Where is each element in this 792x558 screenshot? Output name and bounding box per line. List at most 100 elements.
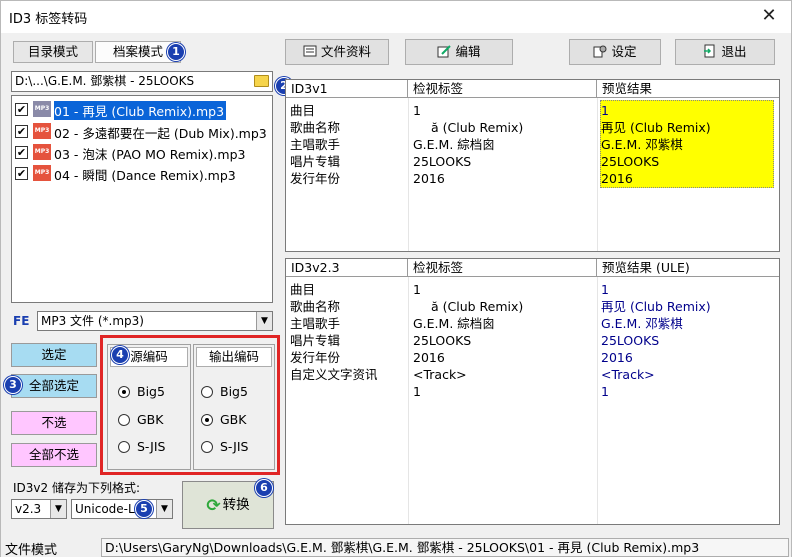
app-window: ID3 标签转码 ✕ 目录模式 档案模式 1 文件资料 编辑 设定 退出 D:\… xyxy=(0,0,792,558)
tab-directory-mode[interactable]: 目录模式 xyxy=(13,41,93,63)
divider xyxy=(408,98,409,251)
column-header: 预览结果 xyxy=(602,81,653,96)
badge-3: 3 xyxy=(4,376,22,394)
field-label: 主唱歌手 xyxy=(290,316,341,331)
radio-dot[interactable] xyxy=(201,441,213,453)
settings-button[interactable]: 设定 xyxy=(569,39,661,65)
column-header: ID3v2.3 xyxy=(286,259,408,277)
column-header: 检视标签 xyxy=(408,80,597,98)
field-value[interactable]: 2016 xyxy=(413,349,445,366)
field-label: 曲目 xyxy=(290,103,316,118)
select-all-button[interactable]: 全部选定 xyxy=(11,374,97,398)
file-info-button[interactable]: 文件资料 xyxy=(285,39,389,65)
select-button[interactable]: 选定 xyxy=(11,343,97,367)
field-value[interactable]: 25LOOKS xyxy=(413,153,471,170)
field-label: 歌曲名称 xyxy=(290,299,341,314)
radio-dot[interactable] xyxy=(201,386,213,398)
radio-dot[interactable] xyxy=(118,386,130,398)
preview-value: 25LOOKS xyxy=(601,154,660,169)
field-value[interactable]: 1 xyxy=(413,383,421,400)
preview-value: 1 xyxy=(601,384,609,399)
file-item-1[interactable]: ✔ MP3 01 - 再見 (Club Remix).mp3 xyxy=(14,100,272,120)
edit-label: 编辑 xyxy=(455,44,481,59)
file-name: 01 - 再見 (Club Remix).mp3 xyxy=(54,101,227,120)
file-list[interactable]: ✔ MP3 01 - 再見 (Club Remix).mp3 ✔ MP3 02 … xyxy=(11,95,273,303)
column-header: 预览结果 (ULE) xyxy=(602,260,690,275)
field-label: 发行年份 xyxy=(290,171,341,186)
file-item-2[interactable]: ✔ MP3 02 - 多遠都要在一起 (Dub Mix).mp3 xyxy=(14,122,272,141)
file-type-value: MP3 文件 (*.mp3) xyxy=(41,314,144,328)
status-file-path: D:\Users\GaryNg\Downloads\G.E.M. 鄧紫棋\G.E… xyxy=(101,538,789,557)
fe-label: FE xyxy=(13,314,30,328)
preview-value: 2016 xyxy=(601,171,633,186)
badge-6: 6 xyxy=(255,479,273,497)
field-value[interactable]: <Track> xyxy=(413,366,467,383)
edit-button[interactable]: 编辑 xyxy=(405,39,513,65)
badge-4: 4 xyxy=(111,346,129,364)
file-item-3[interactable]: ✔ MP3 03 - 泡沫 (PAO MO Remix).mp3 xyxy=(14,143,272,162)
checkbox[interactable]: ✔ xyxy=(15,146,28,159)
title-bar: ID3 标签转码 ✕ xyxy=(1,1,791,33)
column-header: ID3v1 xyxy=(286,80,408,98)
field-label: 曲目 xyxy=(290,282,316,297)
id3v1-header-row: ID3v1 检视标签 预览结果 xyxy=(286,80,779,98)
field-value[interactable]: 25LOOKS xyxy=(413,332,471,349)
radio-dot[interactable] xyxy=(201,414,213,426)
field-label: 唱片专辑 xyxy=(290,333,341,348)
chevron-down-icon[interactable]: ▼ xyxy=(156,500,172,518)
deselect-all-button[interactable]: 全部不选 xyxy=(11,443,97,467)
field-label: 唱片专辑 xyxy=(290,154,341,169)
divider xyxy=(597,277,598,524)
preview-value: 再见 (Club Remix) xyxy=(601,299,711,314)
id3v2-table: ID3v2.3 检视标签 预览结果 (ULE) 曲目 1 1 歌曲名称 ă (C… xyxy=(285,258,780,525)
field-label: 自定义文字资讯 xyxy=(290,367,378,382)
format-value: Unicode-L xyxy=(75,502,135,516)
field-value[interactable]: 1 xyxy=(413,281,421,298)
folder-icon[interactable] xyxy=(254,75,269,87)
exit-label: 退出 xyxy=(721,44,747,59)
checkbox[interactable]: ✔ xyxy=(15,103,28,116)
mp3-file-icon: MP3 xyxy=(33,123,51,139)
field-value[interactable]: 1 xyxy=(413,102,421,119)
id3v2-encoding-select[interactable]: Unicode-L ▼ xyxy=(71,499,173,519)
exit-icon xyxy=(704,44,715,58)
chevron-down-icon[interactable]: ▼ xyxy=(50,500,66,518)
file-info-icon xyxy=(303,45,317,57)
field-value[interactable]: ă (Club Remix) xyxy=(431,119,523,136)
file-info-label: 文件资料 xyxy=(320,44,371,59)
chevron-down-icon[interactable]: ▼ xyxy=(256,312,272,330)
badge-5: 5 xyxy=(135,500,153,518)
preview-value: G.E.M. 邓紫棋 xyxy=(601,316,683,331)
mp3-file-icon: MP3 xyxy=(33,101,51,117)
id3v2-version-select[interactable]: v2.3 ▼ xyxy=(11,499,67,519)
field-value[interactable]: 2016 xyxy=(413,170,445,187)
column-header: 检视标签 xyxy=(408,259,597,277)
edit-icon xyxy=(437,45,452,58)
id3v2-header-row: ID3v2.3 检视标签 预览结果 (ULE) xyxy=(286,259,779,277)
checkbox[interactable]: ✔ xyxy=(15,125,28,138)
preview-value: 再见 (Club Remix) xyxy=(601,120,711,135)
field-value[interactable]: ă (Club Remix) xyxy=(431,298,523,315)
settings-icon xyxy=(593,45,607,58)
preview-value: 1 xyxy=(601,282,609,297)
radio-dot[interactable] xyxy=(118,414,130,426)
divider xyxy=(408,277,409,524)
deselect-button[interactable]: 不选 xyxy=(11,411,97,435)
badge-1: 1 xyxy=(167,43,185,61)
preview-value: <Track> xyxy=(601,367,655,382)
radio-dot[interactable] xyxy=(118,441,130,453)
close-icon[interactable]: ✕ xyxy=(747,1,791,31)
preview-value: 1 xyxy=(601,103,609,118)
preview-value: 2016 xyxy=(601,350,633,365)
store-format-label: ID3v2 储存为下列格式: xyxy=(13,481,141,495)
preview-value: G.E.M. 邓紫棋 xyxy=(601,137,683,152)
field-value[interactable]: G.E.M. 綜档囪 xyxy=(413,315,495,332)
file-type-select[interactable]: MP3 文件 (*.mp3) ▼ xyxy=(37,311,273,331)
exit-button[interactable]: 退出 xyxy=(675,39,775,65)
file-item-4[interactable]: ✔ MP3 04 - 瞬間 (Dance Remix).mp3 xyxy=(14,164,272,183)
checkbox[interactable]: ✔ xyxy=(15,167,28,180)
folder-path-field[interactable]: D:\...\G.E.M. 鄧紫棋 - 25LOOKS xyxy=(11,71,273,92)
field-value[interactable]: G.E.M. 綜档囪 xyxy=(413,136,495,153)
preview-value: 25LOOKS xyxy=(601,333,660,348)
divider xyxy=(597,98,598,251)
